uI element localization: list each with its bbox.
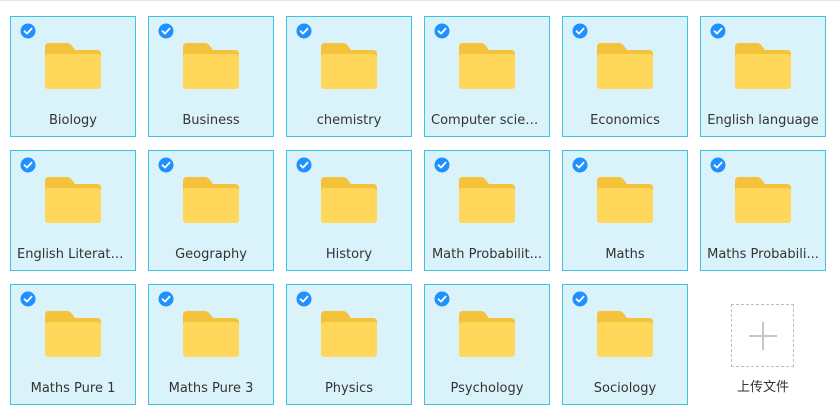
check-icon[interactable] bbox=[434, 157, 450, 173]
folder-tile[interactable]: English Literature bbox=[10, 150, 136, 271]
check-icon[interactable] bbox=[572, 157, 588, 173]
folder-name: Geography bbox=[175, 247, 247, 262]
folder-icon bbox=[45, 43, 101, 89]
folder-tile[interactable]: Math Probabilit... bbox=[424, 150, 550, 271]
folder-name: English language bbox=[707, 113, 819, 128]
folder-name: History bbox=[325, 247, 373, 262]
check-icon[interactable] bbox=[296, 157, 312, 173]
plus-icon-vertical bbox=[762, 322, 764, 350]
folder-tile[interactable]: Biology bbox=[10, 16, 136, 137]
folder-tile[interactable]: English language bbox=[700, 16, 826, 137]
check-icon[interactable] bbox=[296, 23, 312, 39]
folder-icon bbox=[321, 177, 377, 223]
folder-name: Math Probabilit... bbox=[431, 247, 543, 262]
folder-icon bbox=[459, 311, 515, 357]
check-icon[interactable] bbox=[572, 23, 588, 39]
upload-file-button[interactable]: 上传文件 bbox=[700, 284, 826, 405]
folder-tile[interactable]: Sociology bbox=[562, 284, 688, 405]
folder-tile[interactable]: Computer scien... bbox=[424, 16, 550, 137]
folder-tile[interactable]: Maths Pure 3 bbox=[148, 284, 274, 405]
folder-name: Maths Pure 3 bbox=[168, 381, 254, 396]
folder-icon bbox=[597, 43, 653, 89]
check-icon[interactable] bbox=[572, 291, 588, 307]
check-icon[interactable] bbox=[296, 291, 312, 307]
folder-name: Economics bbox=[590, 113, 660, 128]
top-divider bbox=[0, 0, 840, 1]
folder-icon bbox=[597, 177, 653, 223]
check-icon[interactable] bbox=[434, 291, 450, 307]
folder-icon bbox=[45, 177, 101, 223]
folder-name: Psychology bbox=[450, 381, 524, 396]
folder-tile[interactable]: History bbox=[286, 150, 412, 271]
folder-icon bbox=[321, 43, 377, 89]
upload-box[interactable] bbox=[731, 304, 794, 367]
folder-tile[interactable]: Maths bbox=[562, 150, 688, 271]
folder-tile[interactable]: Psychology bbox=[424, 284, 550, 405]
folder-name: Computer scien... bbox=[431, 113, 543, 128]
folder-name: Maths bbox=[605, 247, 645, 262]
folder-tile[interactable]: Physics bbox=[286, 284, 412, 405]
folder-icon bbox=[321, 311, 377, 357]
folder-icon bbox=[459, 43, 515, 89]
check-icon[interactable] bbox=[20, 157, 36, 173]
folder-name: Maths Pure 1 bbox=[30, 381, 116, 396]
folder-icon bbox=[183, 311, 239, 357]
check-icon[interactable] bbox=[158, 23, 174, 39]
upload-label: 上传文件 bbox=[736, 380, 789, 395]
folder-icon bbox=[45, 311, 101, 357]
folder-icon bbox=[597, 311, 653, 357]
check-icon[interactable] bbox=[158, 291, 174, 307]
folder-icon bbox=[735, 43, 791, 89]
folder-tile[interactable]: Maths Pure 1 bbox=[10, 284, 136, 405]
folder-tile[interactable]: Economics bbox=[562, 16, 688, 137]
folder-name: Business bbox=[182, 113, 240, 128]
check-icon[interactable] bbox=[434, 23, 450, 39]
folder-tile[interactable]: Business bbox=[148, 16, 274, 137]
folder-name: chemistry bbox=[316, 113, 382, 128]
check-icon[interactable] bbox=[710, 23, 726, 39]
folder-name: Sociology bbox=[593, 381, 657, 396]
check-icon[interactable] bbox=[158, 157, 174, 173]
check-icon[interactable] bbox=[20, 23, 36, 39]
folder-name: Biology bbox=[49, 113, 97, 128]
folder-tile[interactable]: chemistry bbox=[286, 16, 412, 137]
folder-tile[interactable]: Maths Probabili... bbox=[700, 150, 826, 271]
check-icon[interactable] bbox=[710, 157, 726, 173]
folder-icon bbox=[735, 177, 791, 223]
folder-icon bbox=[459, 177, 515, 223]
folder-name: Physics bbox=[324, 381, 374, 396]
check-icon[interactable] bbox=[20, 291, 36, 307]
folder-icon bbox=[183, 43, 239, 89]
folder-name: Maths Probabili... bbox=[707, 247, 819, 262]
folder-tile[interactable]: Geography bbox=[148, 150, 274, 271]
folder-name: English Literature bbox=[17, 247, 129, 262]
folder-icon bbox=[183, 177, 239, 223]
